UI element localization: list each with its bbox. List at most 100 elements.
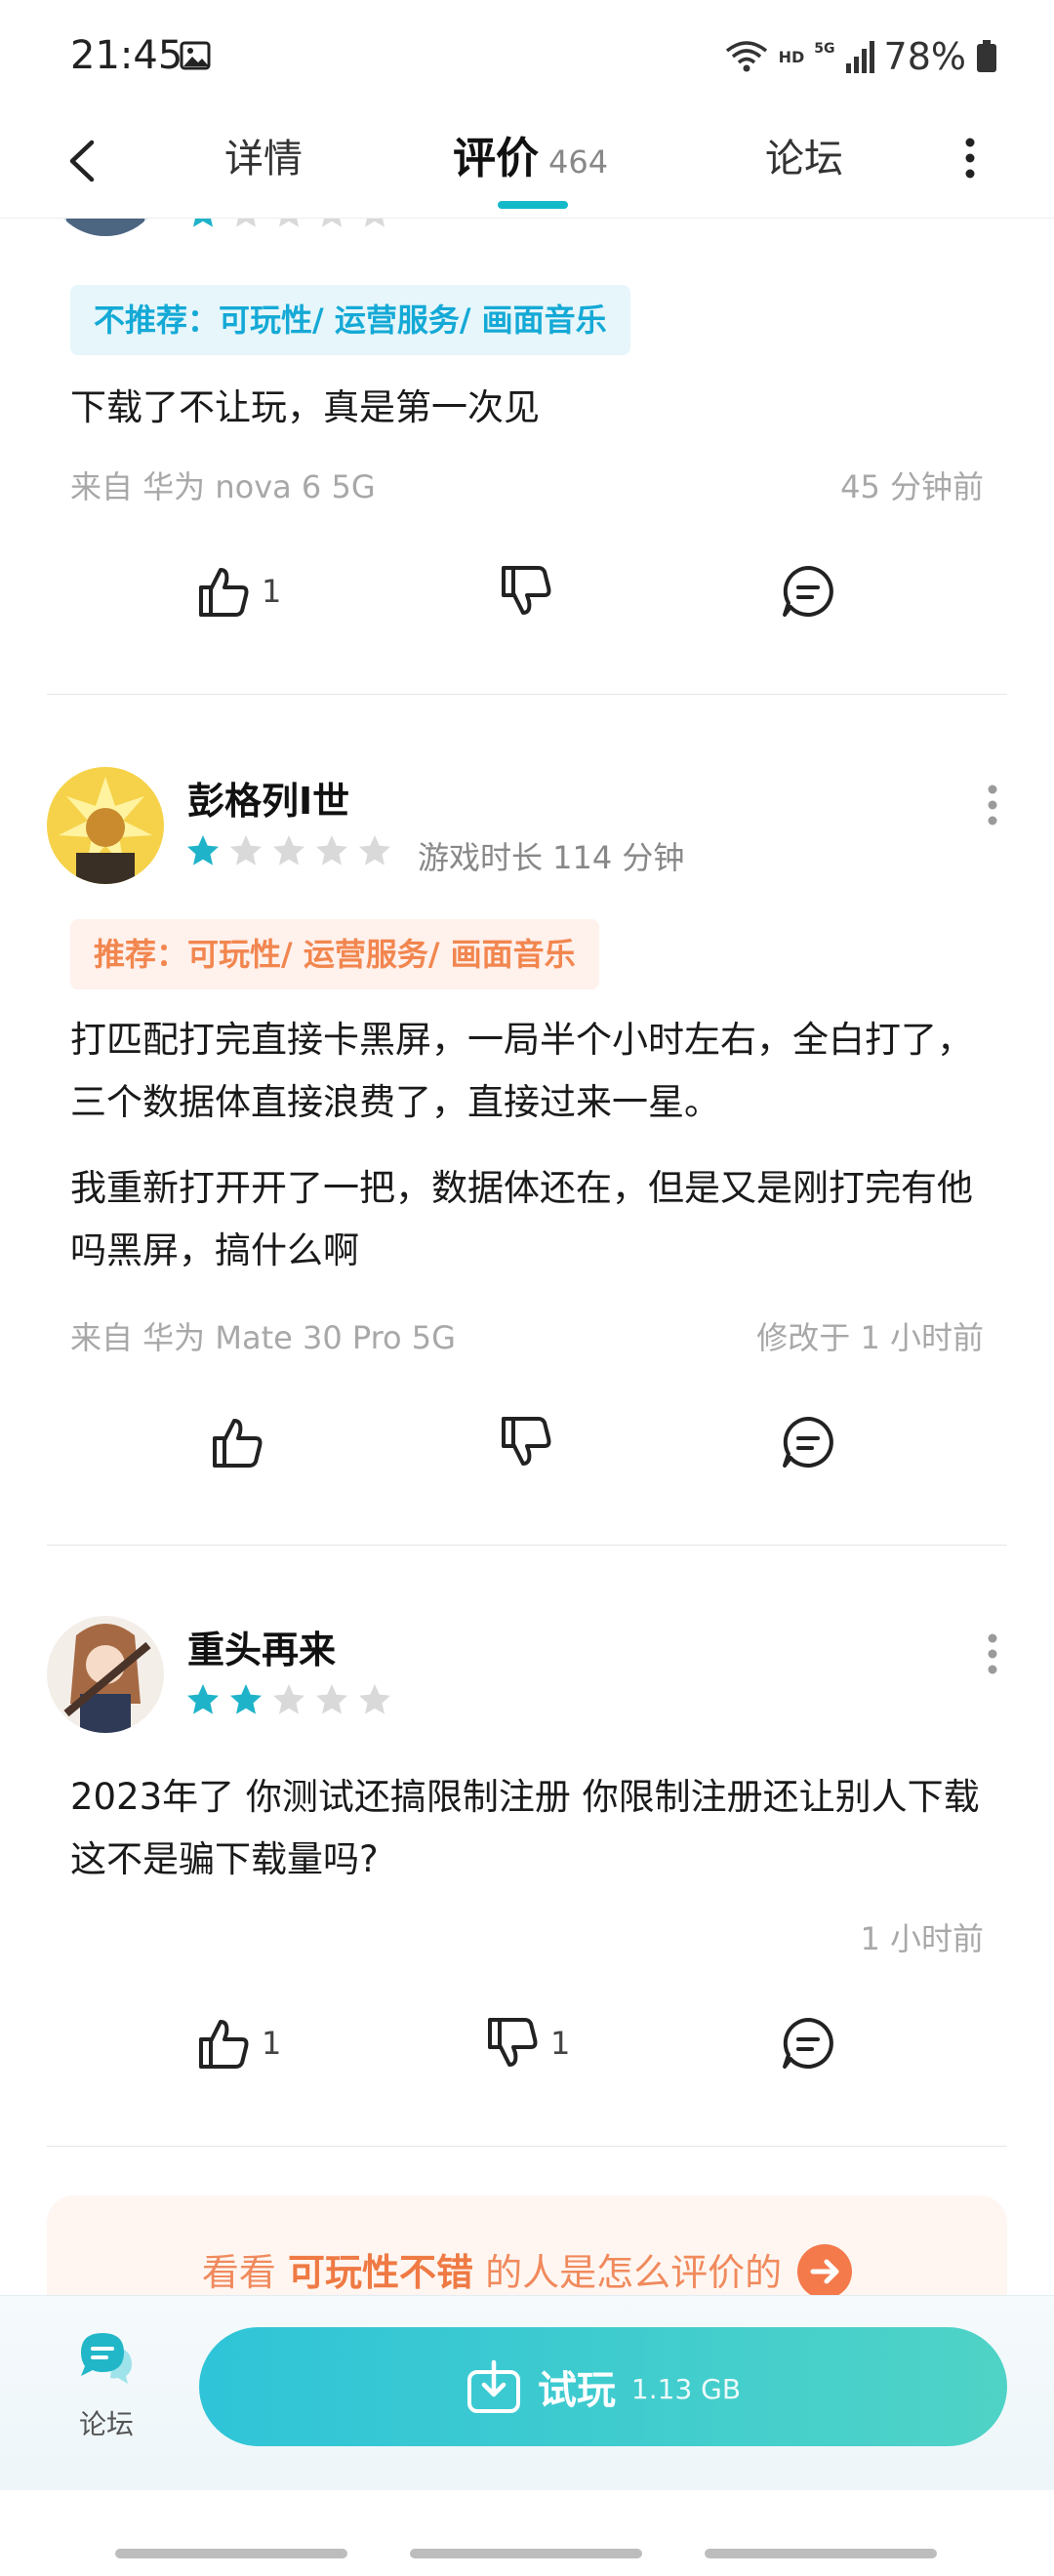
recommend-tag: 推荐：可玩性/ 运营服务/ 画面音乐	[70, 919, 599, 989]
star-filled-icon	[187, 835, 219, 865]
battery-percent: 78%	[883, 35, 966, 78]
try-play-label: 试玩	[537, 2368, 616, 2413]
star-empty-icon	[230, 835, 262, 865]
review-actions: 1	[0, 562, 1054, 640]
username[interactable]: 彭格列I世	[187, 771, 349, 825]
hd-label: HD	[778, 47, 805, 66]
signal-icon	[845, 41, 874, 73]
star-empty-icon	[236, 219, 256, 227]
filter-promo-card[interactable]: 看看 可玩性不错 的人是怎么评价的	[47, 2195, 1007, 2295]
back-arrow-icon[interactable]	[59, 131, 103, 191]
review-count: 464	[548, 143, 609, 181]
dislike-button[interactable]: 1	[482, 2014, 570, 2073]
thumbs-down-icon	[502, 1417, 551, 1466]
tab-header: 详情 评价 464 论坛	[0, 109, 1054, 219]
star-empty-icon	[273, 1684, 304, 1714]
tag-prefix: 推荐：	[94, 936, 188, 973]
star-empty-icon	[316, 1684, 347, 1714]
comment-icon	[783, 566, 833, 617]
like-count: 1	[262, 2025, 282, 2062]
thumbs-up-icon	[199, 568, 249, 617]
playtime: 游戏时长 114 分钟	[418, 839, 685, 876]
divider	[47, 1545, 1007, 1546]
username[interactable]: 重头再来	[187, 1620, 336, 1673]
system-navigation	[0, 2490, 1054, 2576]
review-time: 修改于 1 小时前	[756, 1319, 984, 1356]
avatar[interactable]	[47, 767, 164, 884]
tag-text: 可玩性/ 运营服务/ 画面音乐	[219, 302, 607, 339]
tag-prefix: 不推荐：	[94, 302, 220, 339]
thumbs-down-icon	[488, 2018, 538, 2067]
avatar[interactable]	[47, 1616, 164, 1733]
dislike-button[interactable]	[496, 562, 564, 621]
wifi-icon	[725, 41, 767, 72]
status-indicators: HD 5G 78%	[724, 33, 997, 80]
star-filled-icon	[193, 219, 213, 227]
dislike-count: 1	[550, 2025, 571, 2062]
tab-detail[interactable]: 详情	[224, 127, 303, 183]
star-filled-icon	[230, 1684, 262, 1714]
thumbs-down-icon	[502, 566, 551, 615]
tab-forum[interactable]: 论坛	[765, 127, 843, 183]
forum-label: 论坛	[78, 2408, 134, 2440]
promo-text: 看看 可玩性不错 的人是怎么评价的	[47, 2242, 1007, 2295]
star-empty-icon	[322, 219, 342, 227]
network-type-label: 5G	[814, 41, 835, 57]
more-options-icon[interactable]	[958, 129, 982, 187]
comment-button[interactable]	[779, 562, 837, 621]
like-button[interactable]: 1	[193, 2014, 281, 2073]
tab-reviews[interactable]: 评价 464	[453, 123, 608, 185]
star-empty-icon	[359, 1684, 390, 1714]
divider	[47, 694, 1007, 695]
star-filled-icon	[187, 1684, 219, 1714]
star-empty-icon	[279, 219, 299, 227]
review-paragraph: 我重新打开开了一把，数据体还在，但是又是刚打完有他吗黑屏，搞什么啊	[70, 1167, 973, 1271]
review-time: 45 分钟前	[840, 468, 984, 505]
download-size: 1.13 GB	[630, 2372, 742, 2405]
forum-icon	[81, 2333, 132, 2384]
like-count: 1	[262, 573, 282, 610]
comment-button[interactable]	[779, 2014, 837, 2073]
arrow-right-icon[interactable]	[797, 2243, 853, 2295]
review-actions	[0, 1413, 1054, 1491]
nav-handle[interactable]	[410, 2549, 642, 2558]
forum-button[interactable]: 论坛	[62, 2327, 150, 2444]
nav-handle[interactable]	[705, 2549, 937, 2558]
star-rating	[185, 1682, 392, 1717]
star-rating	[185, 833, 392, 868]
comment-icon	[783, 2018, 833, 2069]
comment-icon	[783, 1417, 833, 1468]
try-play-button[interactable]: 试玩 1.13 GB	[199, 2327, 1007, 2446]
nav-handle[interactable]	[115, 2549, 347, 2558]
star-empty-icon	[273, 835, 304, 865]
avatar-image	[47, 1616, 164, 1733]
status-bar: 21:45 HD 5G 78%	[0, 0, 1054, 109]
review-meta: 来自 华为 nova 6 5G 45 分钟前	[70, 463, 984, 507]
device-label: 来自 华为 Mate 30 Pro 5G	[70, 1319, 456, 1356]
avatar[interactable]	[47, 219, 164, 236]
gallery-notification-icon	[180, 41, 211, 70]
comment-button[interactable]	[779, 1413, 837, 1471]
status-time: 21:45	[70, 33, 183, 78]
device-label: 来自 华为 nova 6 5G	[70, 468, 376, 505]
like-button[interactable]	[207, 1413, 275, 1471]
battery-icon	[977, 40, 996, 72]
download-icon	[466, 2359, 520, 2413]
promo-highlight: 可玩性不错	[287, 2251, 473, 2294]
review-more-icon[interactable]	[986, 1631, 999, 1676]
review-time: 1 小时前	[860, 1920, 984, 1957]
star-empty-icon	[316, 835, 347, 865]
tab-reviews-label: 评价	[453, 134, 539, 183]
thumbs-up-icon	[199, 2020, 249, 2069]
divider	[47, 2146, 1007, 2147]
tag-text: 可玩性/ 运营服务/ 画面音乐	[187, 936, 576, 973]
active-tab-indicator	[498, 201, 568, 209]
review-actions: 1 1	[0, 2014, 1054, 2092]
review-more-icon[interactable]	[986, 783, 999, 827]
dislike-button[interactable]	[496, 1413, 564, 1471]
like-button[interactable]: 1	[193, 562, 281, 621]
promo-suffix: 的人是怎么评价的	[485, 2251, 783, 2294]
thumbs-up-icon	[213, 1419, 263, 1468]
review-text: 2023年了 你测试还搞限制注册 你限制注册还让别人下载 这不是骗下载量吗?	[70, 1766, 988, 1891]
bottom-action-bar: 论坛 试玩 1.13 GB	[0, 2295, 1054, 2490]
